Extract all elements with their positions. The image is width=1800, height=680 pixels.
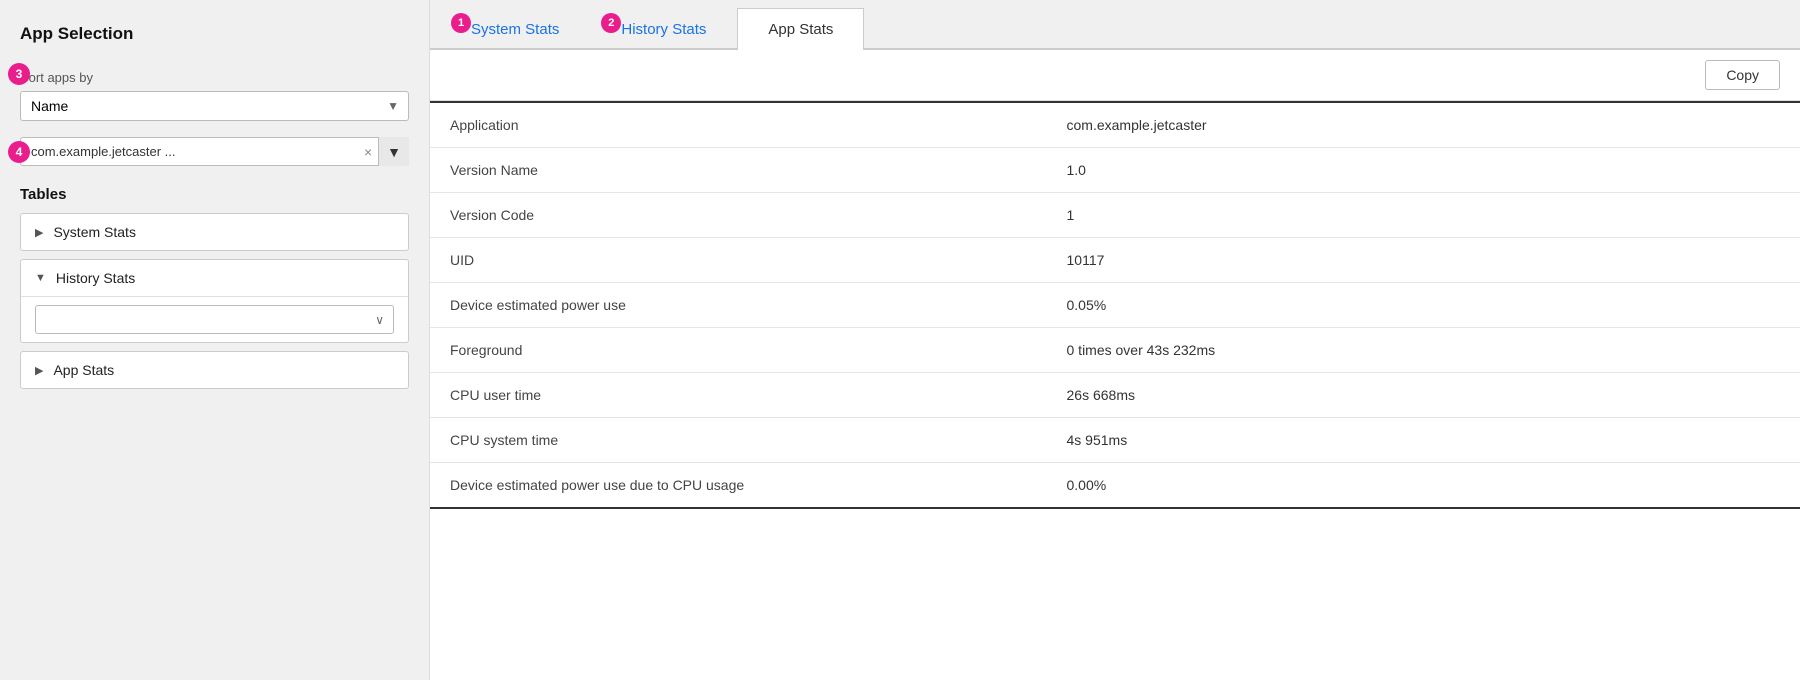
app-badge: 4: [8, 141, 30, 163]
app-stats-arrow-icon: ▶: [35, 364, 43, 377]
app-dropdown-button[interactable]: ▼: [378, 137, 409, 166]
stat-key: UID: [430, 238, 1047, 283]
table-row: UID 10117: [430, 238, 1800, 283]
app-select-wrapper: × ▼: [20, 137, 409, 166]
stat-key: Version Name: [430, 148, 1047, 193]
stat-value: 1.0: [1047, 148, 1800, 193]
table-row: CPU user time 26s 668ms: [430, 373, 1800, 418]
copy-button[interactable]: Copy: [1705, 60, 1780, 90]
stat-key: Foreground: [430, 328, 1047, 373]
stat-key: Version Code: [430, 193, 1047, 238]
tab-system-stats[interactable]: 1 System Stats: [440, 8, 590, 50]
table-row: Application com.example.jetcaster: [430, 102, 1800, 148]
table-row: CPU system time 4s 951ms: [430, 418, 1800, 463]
history-dropdown[interactable]: [35, 305, 394, 334]
tab-app-stats-label: App Stats: [768, 21, 833, 38]
history-stats-tab-badge: 2: [601, 13, 621, 33]
sort-label: Sort apps by: [20, 70, 409, 85]
table-row: Version Code 1: [430, 193, 1800, 238]
app-clear-icon[interactable]: ×: [358, 144, 378, 160]
stat-value: 26s 668ms: [1047, 373, 1800, 418]
stat-key: Device estimated power use: [430, 283, 1047, 328]
table-item-history-stats: ▼ History Stats ∨: [20, 259, 409, 343]
app-stats-label: App Stats: [53, 362, 114, 378]
tab-history-stats-label: History Stats: [621, 21, 706, 38]
stat-value: 4s 951ms: [1047, 418, 1800, 463]
tables-title: Tables: [20, 186, 409, 203]
stat-value: 0.00%: [1047, 463, 1800, 509]
history-dropdown-wrapper: ∨: [35, 305, 394, 334]
history-stats-arrow-icon: ▼: [35, 272, 46, 284]
system-stats-tab-badge: 1: [451, 13, 471, 33]
stat-value: 1: [1047, 193, 1800, 238]
table-item-system-stats: ▶ System Stats: [20, 213, 409, 251]
sort-select[interactable]: Name Package UID: [20, 91, 409, 121]
stat-value: 0.05%: [1047, 283, 1800, 328]
table-row: Device estimated power use due to CPU us…: [430, 463, 1800, 509]
sort-select-wrapper: Name Package UID ▼: [20, 91, 409, 121]
tab-history-stats[interactable]: 2 History Stats: [590, 8, 737, 50]
stat-key: CPU user time: [430, 373, 1047, 418]
content-area: Copy Application com.example.jetcaster V…: [430, 50, 1800, 680]
table-row: Device estimated power use 0.05%: [430, 283, 1800, 328]
stat-key: CPU system time: [430, 418, 1047, 463]
sort-badge: 3: [8, 63, 30, 85]
app-search-input[interactable]: [20, 137, 409, 166]
system-stats-label: System Stats: [53, 224, 135, 240]
stats-table: Application com.example.jetcaster Versio…: [430, 101, 1800, 509]
tabs-bar: 1 System Stats 2 History Stats App Stats: [430, 0, 1800, 50]
tab-app-stats[interactable]: App Stats: [737, 8, 864, 50]
stat-value: com.example.jetcaster: [1047, 102, 1800, 148]
main-content: 1 System Stats 2 History Stats App Stats…: [430, 0, 1800, 680]
table-item-app-stats: ▶ App Stats: [20, 351, 409, 389]
system-stats-arrow-icon: ▶: [35, 226, 43, 239]
sidebar-title: App Selection: [20, 24, 409, 44]
app-select-controls: × ▼: [358, 137, 409, 166]
table-row: Version Name 1.0: [430, 148, 1800, 193]
table-item-history-stats-header[interactable]: ▼ History Stats: [21, 260, 408, 296]
stat-key: Device estimated power use due to CPU us…: [430, 463, 1047, 509]
app-dropdown-arrow-icon: ▼: [387, 144, 401, 160]
table-item-app-stats-header[interactable]: ▶ App Stats: [21, 352, 408, 388]
sidebar: App Selection 3 Sort apps by Name Packag…: [0, 0, 430, 680]
stat-value: 10117: [1047, 238, 1800, 283]
table-item-system-stats-header[interactable]: ▶ System Stats: [21, 214, 408, 250]
history-stats-expanded: ∨: [21, 296, 408, 342]
tab-system-stats-label: System Stats: [471, 21, 559, 38]
stat-value: 0 times over 43s 232ms: [1047, 328, 1800, 373]
table-row: Foreground 0 times over 43s 232ms: [430, 328, 1800, 373]
stat-key: Application: [430, 102, 1047, 148]
toolbar: Copy: [430, 50, 1800, 101]
history-stats-label: History Stats: [56, 270, 135, 286]
